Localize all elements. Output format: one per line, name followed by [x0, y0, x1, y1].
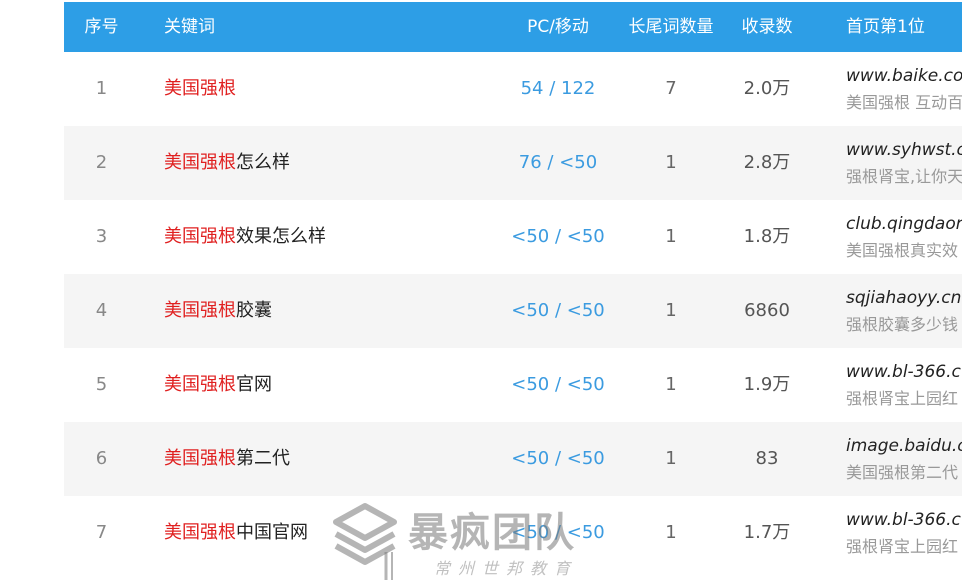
table-row: 2 美国强根怎么样 76 / <50 1 2.8万 www.syhwst.c 强根肾宝,让你…: [64, 126, 962, 200]
row-index: 7: [95, 522, 108, 543]
row-index: 2: [95, 152, 108, 173]
keyword-highlight: 美国强根: [164, 78, 236, 99]
indexed-count: 1.9万: [743, 374, 791, 395]
keyword-link[interactable]: 美国强根怎么样: [164, 126, 290, 200]
result-description: 美国强根真实效: [846, 241, 959, 260]
table-row: 7 美国强根中国官网 <50 / <50 1 1.7万 www.bl-366.c 强根肾宝上…: [64, 496, 962, 570]
result-url[interactable]: www.syhwst.c: [846, 138, 962, 162]
long-tail-count: 1: [665, 226, 677, 247]
keyword-highlight: 美国强根: [164, 226, 236, 247]
keyword-suffix: 怎么样: [236, 152, 290, 173]
keyword-highlight: 美国强根: [164, 448, 236, 469]
keyword-highlight: 美国强根: [164, 374, 236, 395]
indexed-count: 1.7万: [743, 522, 791, 543]
first-rank-result[interactable]: image.baidu.c 美国强根第二代: [846, 434, 962, 485]
pc-mobile-value[interactable]: <50 / <50: [504, 274, 612, 348]
result-url[interactable]: www.baike.co: [846, 64, 962, 88]
first-rank-result[interactable]: club.qingdaor 美国强根真实效: [846, 212, 962, 263]
table-row: 5 美国强根官网 <50 / <50 1 1.9万 www.bl-366.c 强根肾宝上园红: [64, 348, 962, 422]
row-index: 5: [95, 374, 108, 395]
keyword-suffix: 第二代: [236, 448, 290, 469]
keyword-highlight: 美国强根: [164, 152, 236, 173]
keyword-link[interactable]: 美国强根中国官网: [164, 496, 308, 570]
pc-mobile-value[interactable]: 54 / 122: [504, 52, 612, 126]
result-url[interactable]: www.bl-366.c: [846, 508, 962, 532]
keyword-suffix: 中国官网: [236, 522, 308, 543]
long-tail-count: 1: [665, 522, 677, 543]
keyword-suffix: 官网: [236, 374, 272, 395]
long-tail-count: 1: [665, 300, 677, 321]
result-url[interactable]: club.qingdaor: [846, 212, 962, 236]
keyword-link[interactable]: 美国强根胶囊: [164, 274, 272, 348]
keyword-highlight: 美国强根: [164, 522, 236, 543]
first-rank-result[interactable]: www.baike.co 美国强根 互动百: [846, 64, 962, 115]
indexed-count: 6860: [744, 300, 790, 321]
header-long-tail-count[interactable]: 长尾词数量: [624, 2, 718, 52]
row-index: 1: [95, 78, 108, 99]
result-description: 强根肾宝上园红: [846, 537, 959, 556]
table-header: 序号 关键词 PC/移动 长尾词数量 收录数 首页第1位: [64, 2, 962, 52]
header-index[interactable]: 序号: [64, 2, 139, 52]
indexed-count: 2.8万: [743, 152, 791, 173]
long-tail-count: 1: [665, 448, 677, 469]
long-tail-count: 7: [665, 78, 677, 99]
header-first-rank[interactable]: 首页第1位: [846, 2, 925, 52]
row-index: 6: [95, 448, 108, 469]
pc-mobile-value[interactable]: <50 / <50: [504, 496, 612, 570]
result-description: 强根肾宝上园红: [846, 389, 959, 408]
result-description: 美国强根第二代: [846, 463, 959, 482]
first-rank-result[interactable]: www.bl-366.c 强根肾宝上园红: [846, 360, 962, 411]
first-rank-result[interactable]: sqjiahaoyy.cn 强根胶囊多少钱: [846, 286, 962, 337]
header-pc-mobile[interactable]: PC/移动: [504, 2, 612, 52]
first-rank-result[interactable]: www.syhwst.c 强根肾宝,让你天: [846, 138, 962, 189]
header-indexed-count[interactable]: 收录数: [728, 2, 806, 52]
result-url[interactable]: image.baidu.c: [846, 434, 962, 458]
keyword-suffix: 胶囊: [236, 300, 272, 321]
pc-mobile-value[interactable]: <50 / <50: [504, 422, 612, 496]
keyword-highlight: 美国强根: [164, 300, 236, 321]
result-url[interactable]: sqjiahaoyy.cn: [846, 286, 962, 310]
table-row: 3 美国强根效果怎么样 <50 / <50 1 1.8万 club.qingdaor 美国强…: [64, 200, 962, 274]
long-tail-count: 1: [665, 374, 677, 395]
table-body: 1 美国强根 54 / 122 7 2.0万 www.baike.co 美国强根 互动百 2 美…: [64, 52, 962, 570]
header-keyword[interactable]: 关键词: [164, 2, 215, 52]
table-row: 4 美国强根胶囊 <50 / <50 1 6860 sqjiahaoyy.cn 强根胶囊多少…: [64, 274, 962, 348]
indexed-count: 83: [755, 448, 779, 469]
keyword-link[interactable]: 美国强根: [164, 52, 236, 126]
keyword-link[interactable]: 美国强根效果怎么样: [164, 200, 326, 274]
result-description: 强根胶囊多少钱: [846, 315, 959, 334]
row-index: 4: [95, 300, 108, 321]
long-tail-count: 1: [665, 152, 677, 173]
pc-mobile-value[interactable]: <50 / <50: [504, 200, 612, 274]
keyword-link[interactable]: 美国强根官网: [164, 348, 272, 422]
keyword-link[interactable]: 美国强根第二代: [164, 422, 290, 496]
first-rank-result[interactable]: www.bl-366.c 强根肾宝上园红: [846, 508, 962, 559]
result-description: 美国强根 互动百: [846, 93, 962, 112]
pc-mobile-value[interactable]: <50 / <50: [504, 348, 612, 422]
table-row: 6 美国强根第二代 <50 / <50 1 83 image.baidu.c 美国强根第二代: [64, 422, 962, 496]
indexed-count: 1.8万: [743, 226, 791, 247]
keyword-suffix: 效果怎么样: [236, 226, 326, 247]
result-description: 强根肾宝,让你天: [846, 167, 962, 186]
indexed-count: 2.0万: [743, 78, 791, 99]
row-index: 3: [95, 226, 108, 247]
pc-mobile-value[interactable]: 76 / <50: [504, 126, 612, 200]
result-url[interactable]: www.bl-366.c: [846, 360, 962, 384]
keyword-ranking-table: 序号 关键词 PC/移动 长尾词数量 收录数 首页第1位 1 美国强根 54 / 1…: [64, 2, 962, 570]
table-row: 1 美国强根 54 / 122 7 2.0万 www.baike.co 美国强根 互动百: [64, 52, 962, 126]
